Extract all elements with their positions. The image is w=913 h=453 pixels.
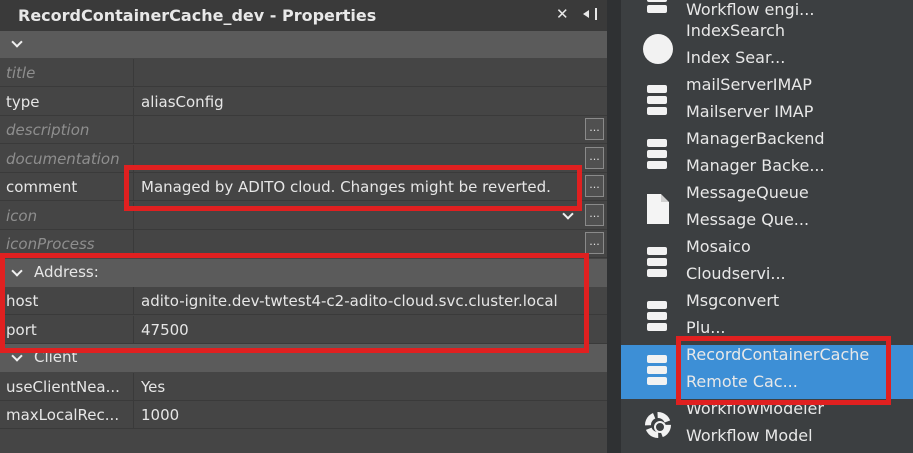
property-name: comment — [6, 178, 78, 196]
property-row-type[interactable]: type aliasConfig — [0, 88, 607, 116]
edit-button[interactable]: ... — [585, 204, 604, 226]
globe-icon — [643, 31, 673, 65]
server-icon — [643, 247, 671, 281]
property-value[interactable]: 1000 — [141, 406, 179, 424]
document-icon — [643, 193, 671, 227]
chevron-down-icon[interactable] — [12, 38, 21, 47]
item-title: Manager Backe... — [686, 156, 825, 175]
property-value[interactable]: aliasConfig — [141, 93, 224, 111]
item-title: Mailserver IMAP — [686, 102, 814, 121]
list-item[interactable]: Mosaico Cloudservi... — [621, 237, 913, 291]
list-item[interactable]: mailServerIMAP Mailserver IMAP — [621, 75, 913, 129]
list-item[interactable]: ManagerBackend Manager Backe... — [621, 129, 913, 183]
edit-button[interactable]: ... — [585, 147, 604, 169]
item-name: IndexSearch — [686, 21, 786, 40]
property-name: iconProcess — [6, 235, 95, 253]
edit-button[interactable]: ... — [585, 175, 604, 197]
item-name: mailServerIMAP — [686, 75, 812, 94]
property-value[interactable]: Yes — [141, 378, 165, 396]
services-list: Workflow engi... IndexSearch Index Sear.… — [621, 0, 913, 453]
panel-title: RecordContainerCache_dev - Properties — [18, 6, 377, 25]
list-item[interactable]: MessageQueue Message Que... — [621, 183, 913, 237]
list-item[interactable]: IndexSearch Index Sear... — [621, 21, 913, 75]
property-name: type — [6, 93, 40, 111]
item-title: Workflow Model — [686, 426, 813, 445]
property-name: maxLocalRec... — [6, 406, 120, 424]
property-row-description[interactable]: description ... — [0, 116, 607, 144]
property-row-maxLocalRec[interactable]: maxLocalRec... 1000 — [0, 401, 607, 429]
property-name: icon — [6, 207, 38, 225]
server-icon — [643, 0, 671, 17]
item-name: Workflow engi... — [686, 0, 815, 19]
edit-button[interactable]: ... — [585, 118, 604, 140]
property-name: title — [6, 64, 36, 82]
item-name: Mosaico — [686, 237, 751, 256]
server-icon — [643, 355, 671, 389]
property-name: documentation — [6, 150, 120, 168]
item-title: Message Que... — [686, 210, 810, 229]
properties-panel: RecordContainerCache_dev - Properties ✕ … — [0, 0, 607, 453]
property-name: useClientNea... — [6, 378, 120, 396]
close-icon[interactable]: ✕ — [556, 5, 569, 23]
server-icon — [643, 301, 671, 335]
chevron-down-icon[interactable] — [12, 352, 21, 361]
property-name: description — [6, 121, 90, 139]
property-row-useClientNear[interactable]: useClientNea... Yes — [0, 373, 607, 401]
gear-icon — [643, 409, 671, 443]
edit-button[interactable]: ... — [585, 232, 604, 254]
server-icon — [643, 139, 671, 173]
item-title: Cloudservi... — [686, 264, 786, 283]
property-row-title[interactable]: title — [0, 59, 607, 87]
highlight-box-address — [0, 253, 589, 353]
panel-titlebar: RecordContainerCache_dev - Properties ✕ — [0, 0, 607, 31]
highlight-box-comment — [124, 165, 582, 211]
server-icon — [643, 85, 671, 119]
chevron-down-icon[interactable] — [563, 210, 572, 219]
panel-divider[interactable] — [607, 0, 621, 453]
collapse-all-bar[interactable] — [0, 31, 607, 58]
item-title: Index Sear... — [686, 48, 786, 67]
highlight-box-selected — [676, 336, 891, 405]
item-title: Plu... — [686, 318, 726, 337]
item-name: ManagerBackend — [686, 129, 825, 148]
dock-icon[interactable] — [581, 7, 597, 21]
item-name: Msgconvert — [686, 291, 780, 310]
item-name: MessageQueue — [686, 183, 809, 202]
list-item[interactable]: WorkflowModeler Workflow Model — [621, 399, 913, 453]
